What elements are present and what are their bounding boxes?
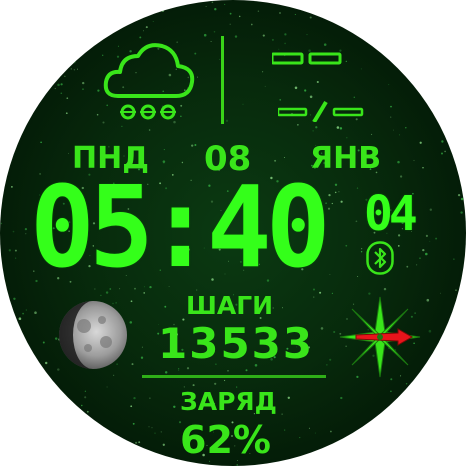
horizontal-divider <box>142 375 326 378</box>
temperature-value <box>272 52 342 65</box>
seconds-display: 04 <box>364 186 418 242</box>
vertical-divider <box>221 36 224 124</box>
watch-face: -- --/-- ПНД 08 ЯНВ 05:40 04 <box>0 0 466 466</box>
steps-value: 13533 <box>158 319 315 368</box>
temperature-minmax <box>278 100 364 122</box>
moon-phase-icon <box>59 301 127 369</box>
steps-label: ШАГИ <box>186 291 274 320</box>
bluetooth-icon <box>366 241 394 275</box>
battery-value: 62% <box>180 418 271 462</box>
battery-label: ЗАРЯД <box>180 387 277 416</box>
compass-icon <box>339 296 421 378</box>
snow-cloud-icon <box>103 43 195 120</box>
time-display: 05:40 <box>30 163 331 293</box>
